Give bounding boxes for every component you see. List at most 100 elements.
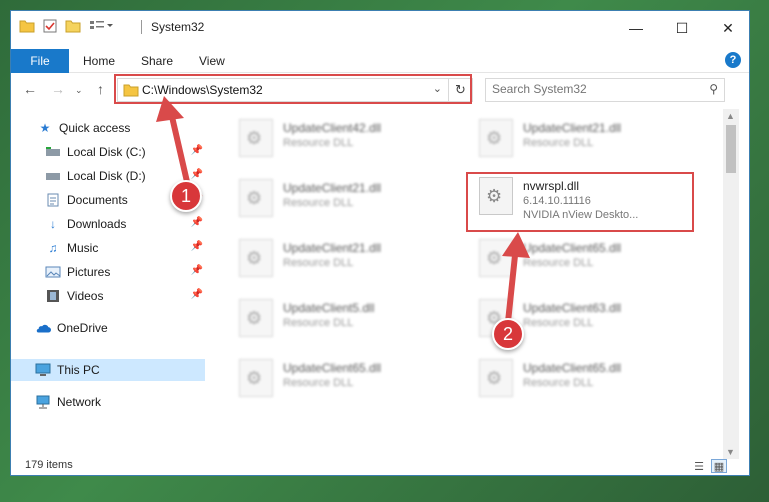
tab-share[interactable]: Share — [141, 54, 173, 68]
sidebar-item-label: Local Disk (C:) — [67, 145, 146, 159]
back-arrow-icon[interactable]: ← — [23, 81, 37, 97]
file-type: Resource DLL — [283, 137, 354, 149]
picture-icon — [45, 265, 61, 279]
customize-toolbar-icon[interactable] — [89, 19, 115, 36]
tab-file[interactable]: File — [11, 49, 69, 73]
file-type: Resource DLL — [523, 377, 594, 389]
file-item[interactable]: UpdateClient21.dll Resource DLL — [239, 233, 439, 283]
sidebar-item-downloads[interactable]: ↓ Downloads 📌 — [11, 213, 205, 235]
drive-icon — [45, 145, 61, 159]
tab-view[interactable]: View — [199, 54, 225, 68]
download-icon: ↓ — [50, 217, 56, 231]
file-item[interactable]: UpdateClient42.dll Resource DLL — [239, 113, 439, 163]
title-bar: System32 — ☐ ✕ — [11, 11, 749, 43]
sidebar-item-label: Videos — [67, 289, 104, 303]
step-1-badge: 1 — [170, 180, 202, 212]
help-button[interactable]: ? — [725, 52, 741, 68]
sidebar-item-label: Documents — [67, 193, 128, 207]
scrollbar-thumb[interactable] — [726, 125, 736, 173]
sidebar-item-label: Network — [57, 395, 102, 409]
file-type: Resource DLL — [523, 257, 594, 269]
file-name: UpdateClient21.dll — [283, 181, 382, 195]
navigation-pane: ★ Quick access Local Disk (C:) 📌 Local D… — [11, 109, 205, 459]
sidebar-item-onedrive[interactable]: OneDrive — [11, 317, 205, 339]
close-button[interactable]: ✕ — [705, 15, 751, 41]
dll-file-icon — [479, 239, 513, 277]
sidebar-item-network[interactable]: Network — [11, 391, 205, 413]
document-icon — [45, 193, 61, 207]
sidebar-item-quick-access[interactable]: ★ Quick access — [11, 117, 205, 139]
file-name: UpdateClient21.dll — [283, 241, 382, 255]
pin-icon: 📌 — [190, 217, 203, 228]
dll-file-icon — [479, 119, 513, 157]
search-box[interactable]: ⚲ — [485, 78, 725, 102]
file-name: UpdateClient65.dll — [523, 241, 622, 255]
file-name: UpdateClient65.dll — [283, 361, 382, 375]
recent-locations-chevron-icon[interactable]: ⌄ — [75, 85, 83, 96]
file-item[interactable]: UpdateClient65.dll Resource DLL — [239, 353, 439, 403]
file-type: Resource DLL — [523, 317, 594, 329]
maximize-button[interactable]: ☐ — [659, 15, 705, 41]
pin-icon: 📌 — [190, 169, 203, 180]
scroll-up-icon[interactable]: ▲ — [726, 111, 735, 121]
folder-icon[interactable] — [19, 19, 35, 36]
sidebar-item-label: OneDrive — [57, 321, 108, 335]
file-item[interactable]: UpdateClient21.dll Resource DLL — [479, 113, 679, 163]
music-icon: ♫ — [48, 241, 58, 255]
search-input[interactable] — [492, 82, 692, 96]
pin-icon: 📌 — [190, 145, 203, 156]
video-icon — [45, 289, 61, 303]
search-icon: ⚲ — [709, 82, 718, 96]
forward-arrow-icon[interactable]: → — [51, 81, 65, 97]
tab-home[interactable]: Home — [83, 54, 115, 68]
file-item[interactable]: UpdateClient5.dll Resource DLL — [239, 293, 439, 343]
computer-icon — [35, 363, 51, 377]
file-name: UpdateClient5.dll — [283, 301, 375, 315]
file-type: Resource DLL — [283, 317, 354, 329]
file-name: UpdateClient42.dll — [283, 121, 382, 135]
sidebar-item-local-disk-c[interactable]: Local Disk (C:) 📌 — [11, 141, 205, 163]
file-item[interactable]: UpdateClient65.dll Resource DLL — [479, 353, 679, 403]
cloud-icon — [35, 321, 51, 335]
dll-file-icon — [239, 179, 273, 217]
title-separator — [141, 20, 142, 34]
sidebar-item-pictures[interactable]: Pictures 📌 — [11, 261, 205, 283]
details-view-icon[interactable]: ☰ — [691, 459, 707, 473]
properties-icon[interactable] — [43, 19, 57, 36]
sidebar-item-music[interactable]: ♫ Music 📌 — [11, 237, 205, 259]
sidebar-item-label: Music — [67, 241, 99, 255]
vertical-scrollbar[interactable]: ▲ ▼ — [723, 109, 739, 459]
up-arrow-icon[interactable]: ↑ — [97, 81, 104, 97]
window-title: System32 — [151, 20, 205, 34]
network-icon — [35, 395, 51, 409]
file-type: Resource DLL — [283, 197, 354, 209]
file-name: UpdateClient65.dll — [523, 361, 622, 375]
sidebar-item-videos[interactable]: Videos 📌 — [11, 285, 205, 307]
file-highlight — [466, 172, 694, 232]
file-type: Resource DLL — [283, 257, 354, 269]
file-list: UpdateClient42.dll Resource DLL UpdateCl… — [205, 109, 721, 459]
ribbon-bar: File Home Share View ? — [11, 49, 749, 73]
large-icons-view-icon[interactable]: ▦ — [711, 459, 727, 473]
star-icon: ★ — [39, 121, 51, 135]
status-bar: 179 items ☰ ▦ — [11, 457, 749, 475]
sidebar-item-label: Local Disk (D:) — [67, 169, 146, 183]
sidebar-item-label: This PC — [57, 363, 100, 377]
file-item[interactable]: UpdateClient65.dll Resource DLL — [479, 233, 679, 283]
scroll-down-icon[interactable]: ▼ — [726, 447, 735, 457]
item-count: 179 items — [25, 459, 73, 471]
dll-file-icon — [239, 119, 273, 157]
sidebar-item-this-pc[interactable]: This PC — [11, 359, 205, 381]
pin-icon: 📌 — [190, 241, 203, 252]
file-item[interactable]: UpdateClient21.dll Resource DLL — [239, 173, 439, 223]
new-folder-icon[interactable] — [65, 19, 81, 36]
pin-icon: 📌 — [190, 265, 203, 276]
minimize-button[interactable]: — — [613, 15, 659, 41]
dll-file-icon — [239, 359, 273, 397]
dll-file-icon — [239, 239, 273, 277]
sidebar-item-label: Downloads — [67, 217, 127, 231]
file-type: Resource DLL — [283, 377, 354, 389]
file-name: UpdateClient21.dll — [523, 121, 622, 135]
dll-file-icon — [479, 359, 513, 397]
step-2-badge: 2 — [492, 318, 524, 350]
